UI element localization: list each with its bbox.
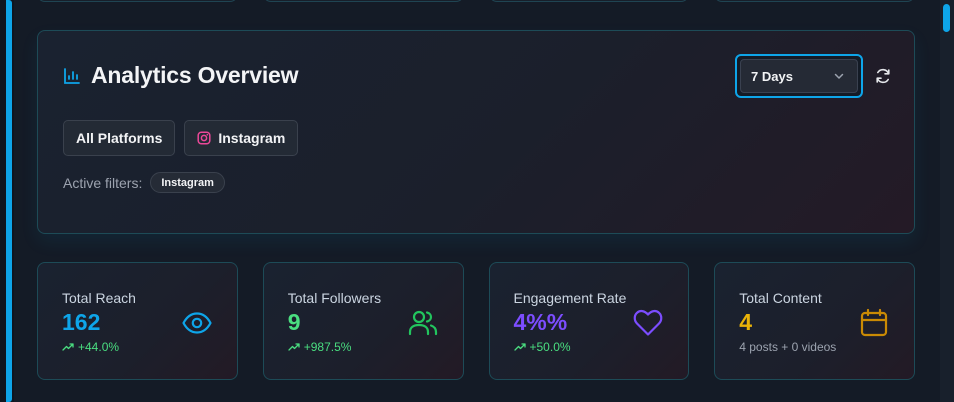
stat-card-total-content: Total Content 4 4 posts + 0 videos bbox=[714, 262, 915, 380]
stat-value: 162 bbox=[62, 309, 101, 335]
stat-change: +44.0% bbox=[62, 340, 119, 354]
chevron-down-icon bbox=[834, 73, 844, 79]
sidebar-accent-bar bbox=[0, 0, 14, 402]
stat-label: Engagement Rate bbox=[513, 290, 627, 306]
chip-label: Instagram bbox=[218, 130, 286, 146]
stat-change-value: +987.5% bbox=[303, 340, 352, 354]
scrollbar-thumb[interactable] bbox=[943, 4, 950, 32]
date-range-value: 7 Days bbox=[751, 68, 793, 84]
stat-value: 9 bbox=[287, 309, 301, 335]
eye-icon bbox=[182, 312, 212, 334]
stat-detail: 4 posts + 0 videos bbox=[739, 340, 836, 354]
previous-card bbox=[262, 0, 464, 2]
previous-card bbox=[488, 0, 690, 2]
bar-chart-icon bbox=[64, 67, 80, 84]
analytics-page: Analytics Overview 7 Days All Platforms bbox=[0, 0, 954, 402]
stat-label: Total Followers bbox=[287, 290, 382, 306]
heart-icon bbox=[633, 309, 663, 336]
stat-card-total-reach: Total Reach 162 +44.0% bbox=[37, 262, 238, 380]
analytics-overview-card: Analytics Overview 7 Days All Platforms bbox=[37, 30, 915, 234]
stat-value: 4 bbox=[739, 309, 753, 335]
chip-label: All Platforms bbox=[76, 130, 163, 146]
previous-card bbox=[714, 0, 915, 2]
stat-value: 4%% bbox=[513, 309, 568, 335]
stat-change-value: +44.0% bbox=[78, 340, 120, 354]
trending-up-icon bbox=[288, 343, 300, 351]
platform-filter-chips: All Platforms Instagram bbox=[63, 120, 299, 156]
stats-row: Total Reach 162 +44.0% Total Followers 9… bbox=[37, 262, 915, 380]
stat-change: +50.0% bbox=[513, 340, 571, 354]
page-title: Analytics Overview bbox=[91, 62, 299, 88]
stat-label: Total Reach bbox=[62, 290, 136, 306]
stat-detail-text: 4 posts + 0 videos bbox=[739, 340, 837, 354]
trending-up-icon bbox=[62, 343, 74, 351]
trending-up-icon bbox=[513, 343, 526, 351]
overview-header: Analytics Overview bbox=[63, 62, 299, 89]
stat-card-total-followers: Total Followers 9 +987.5% bbox=[262, 262, 464, 380]
stat-change-value: +50.0% bbox=[529, 340, 571, 354]
instagram-icon bbox=[197, 131, 211, 145]
previous-cards-row bbox=[37, 0, 915, 2]
page-scrollbar[interactable] bbox=[940, 0, 954, 402]
chip-all-platforms[interactable]: All Platforms bbox=[63, 120, 176, 156]
users-icon bbox=[408, 310, 437, 336]
calendar-icon bbox=[860, 308, 888, 337]
stat-label: Total Content bbox=[739, 290, 822, 306]
active-filters: Active filters: Instagram bbox=[63, 172, 225, 193]
date-range-select[interactable]: 7 Days bbox=[735, 54, 863, 98]
active-filters-label: Active filters: bbox=[63, 174, 143, 191]
stat-card-engagement-rate: Engagement Rate 4%% +50.0% bbox=[488, 262, 690, 380]
previous-card bbox=[37, 0, 238, 2]
stat-change: +987.5% bbox=[288, 340, 352, 354]
active-filter-badge[interactable]: Instagram bbox=[150, 172, 225, 193]
refresh-icon[interactable] bbox=[874, 67, 892, 85]
chip-instagram[interactable]: Instagram bbox=[184, 120, 299, 156]
